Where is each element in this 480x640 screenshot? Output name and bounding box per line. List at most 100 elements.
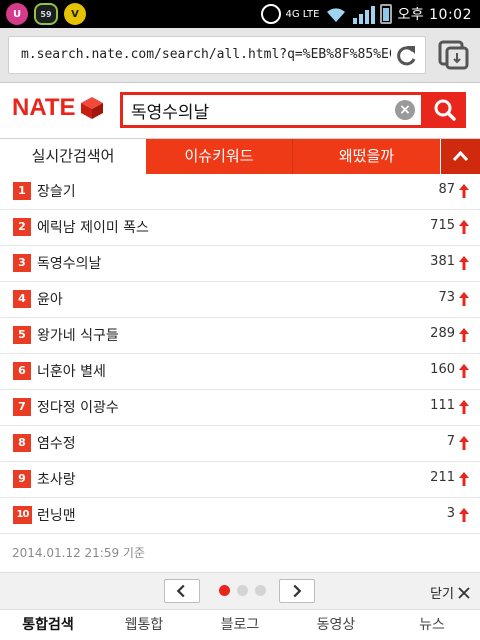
tabs-switcher-icon[interactable] xyxy=(438,40,470,70)
arrow-up-icon xyxy=(459,400,469,414)
nav-web[interactable]: 웹통합 xyxy=(96,611,192,640)
rank-number: 1 xyxy=(13,182,31,200)
list-item[interactable]: 10 런닝맨 3 xyxy=(0,498,480,534)
notification-badge-icon: 59 xyxy=(34,3,58,25)
site-header: NATE × xyxy=(0,84,480,138)
reload-icon[interactable] xyxy=(393,43,419,69)
search-button[interactable] xyxy=(424,92,466,128)
browser-toolbar: m.search.nate.com/search/all.html?q=%EB%… xyxy=(0,28,480,83)
keyword-tabs: 실시간검색어 이슈키워드 왜떴을까 xyxy=(0,138,480,174)
keyword-link[interactable]: 정다정 이광수 xyxy=(37,397,119,417)
rank-change-count: 381 xyxy=(430,254,455,269)
page-indicator xyxy=(219,585,266,596)
url-field[interactable]: m.search.nate.com/search/all.html?q=%EB%… xyxy=(8,36,426,74)
reference-timestamp: 2014.01.12 21:59 기준 xyxy=(12,546,145,560)
rank-number: 10 xyxy=(13,506,32,524)
rank-number: 7 xyxy=(13,398,31,416)
search-input[interactable] xyxy=(123,95,393,125)
keyword-link[interactable]: 에릭남 제이미 폭스 xyxy=(37,217,149,237)
arrow-up-icon xyxy=(459,292,469,306)
rank-change-count: 289 xyxy=(430,326,455,341)
nate-cube-icon xyxy=(80,97,103,119)
rank-number: 8 xyxy=(13,434,31,452)
v3-antivirus-icon: V xyxy=(64,3,86,25)
page-dot[interactable] xyxy=(219,585,230,596)
keyword-link[interactable]: 왕가네 식구들 xyxy=(37,325,119,345)
rank-number: 3 xyxy=(13,254,31,272)
clear-search-button[interactable]: × xyxy=(395,100,415,120)
tab-issue-keywords[interactable]: 이슈키워드 xyxy=(146,139,293,174)
arrow-up-icon xyxy=(459,472,469,486)
next-page-button[interactable] xyxy=(279,579,315,603)
rank-number: 9 xyxy=(13,470,31,488)
alarm-icon xyxy=(260,4,281,24)
url-text[interactable]: m.search.nate.com/search/all.html?q=%EB%… xyxy=(21,47,391,62)
search-box: × xyxy=(120,92,424,128)
list-item[interactable]: 5 왕가네 식구들 289 xyxy=(0,318,480,354)
nate-logo[interactable]: NATE xyxy=(12,94,104,122)
collapse-button[interactable] xyxy=(441,139,480,174)
list-item[interactable]: 3 독영수의날 381 xyxy=(0,246,480,282)
chevron-up-icon xyxy=(452,150,469,162)
rank-change-count: 111 xyxy=(430,398,455,413)
nav-news[interactable]: 뉴스 xyxy=(384,611,480,640)
search-icon xyxy=(434,99,456,121)
list-item[interactable]: 2 에릭남 제이미 폭스 715 xyxy=(0,210,480,246)
keyword-link[interactable]: 염수정 xyxy=(37,433,76,453)
arrow-up-icon xyxy=(459,328,469,342)
pager: 닫기 xyxy=(0,572,480,610)
battery-icon xyxy=(380,4,393,24)
rank-change-count: 715 xyxy=(430,218,455,233)
rank-change-count: 87 xyxy=(438,182,455,197)
tab-realtime-search[interactable]: 실시간검색어 xyxy=(0,139,146,174)
logo-text: NATE xyxy=(12,94,76,121)
rank-change-count: 73 xyxy=(438,290,455,305)
close-panel-button[interactable]: 닫기 xyxy=(430,583,470,602)
arrow-up-icon xyxy=(459,220,469,234)
signal-strength-icon xyxy=(353,4,376,24)
keyword-link[interactable]: 런닝맨 xyxy=(37,505,76,525)
list-item[interactable]: 8 염수정 7 xyxy=(0,426,480,462)
list-item[interactable]: 4 윤아 73 xyxy=(0,282,480,318)
keyword-link[interactable]: 너훈아 별세 xyxy=(37,361,106,381)
prev-page-button[interactable] xyxy=(164,579,200,603)
rank-change-count: 3 xyxy=(446,506,455,521)
rank-number: 4 xyxy=(13,290,31,308)
keyword-link[interactable]: 윤아 xyxy=(37,289,63,309)
page-dot[interactable] xyxy=(255,585,266,596)
nav-video[interactable]: 동영상 xyxy=(288,611,384,640)
realtime-ranking-list: 1 장슬기 87 2 에릭남 제이미 폭스 715 3 독영수의날 381 4 … xyxy=(0,174,480,534)
clock: 오후 10:02 xyxy=(397,7,472,23)
list-item[interactable]: 6 너훈아 별세 160 xyxy=(0,354,480,390)
close-label: 닫기 xyxy=(430,587,454,602)
keyword-link[interactable]: 장슬기 xyxy=(37,181,76,201)
list-item[interactable]: 9 초사랑 211 xyxy=(0,462,480,498)
rank-change-count: 211 xyxy=(430,470,455,485)
chevron-left-icon xyxy=(176,584,185,598)
status-bar: U 59 V 4G LTE 오후 10:02 xyxy=(0,0,480,28)
arrow-up-icon xyxy=(459,508,469,522)
rank-change-count: 7 xyxy=(446,434,455,449)
close-icon xyxy=(458,586,470,599)
rank-number: 2 xyxy=(13,218,31,236)
network-type-label: 4G LTE xyxy=(285,8,320,20)
arrow-up-icon xyxy=(459,256,469,270)
keyword-link[interactable]: 초사랑 xyxy=(37,469,76,489)
arrow-up-icon xyxy=(459,184,469,198)
arrow-up-icon xyxy=(459,364,469,378)
nav-blog[interactable]: 블로그 xyxy=(192,611,288,640)
tab-why-trending[interactable]: 왜떴을까 xyxy=(293,139,440,174)
list-item[interactable]: 1 장슬기 87 xyxy=(0,174,480,210)
uplus-icon: U xyxy=(6,3,28,25)
wifi-icon xyxy=(327,8,346,22)
keyword-link[interactable]: 독영수의날 xyxy=(37,253,101,273)
rank-number: 5 xyxy=(13,326,31,344)
list-item[interactable]: 7 정다정 이광수 111 xyxy=(0,390,480,426)
arrow-up-icon xyxy=(459,436,469,450)
page-dot[interactable] xyxy=(237,585,248,596)
rank-change-count: 160 xyxy=(430,362,455,377)
rank-number: 6 xyxy=(13,362,31,380)
bottom-category-nav: 통합검색 웹통합 블로그 동영상 뉴스 xyxy=(0,611,480,640)
nav-integrated-search[interactable]: 통합검색 xyxy=(0,611,96,640)
chevron-right-icon xyxy=(293,584,302,598)
